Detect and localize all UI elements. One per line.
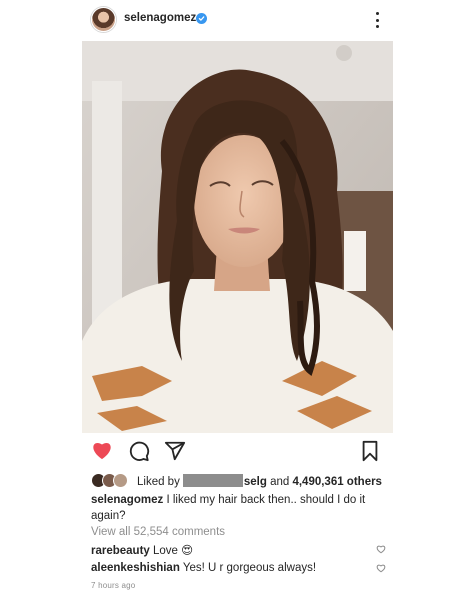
avatar[interactable]: [91, 7, 116, 32]
likes-count[interactable]: 4,490,361 others: [292, 476, 382, 488]
liker-avatars: [91, 473, 131, 489]
comment-username[interactable]: rarebeauty: [91, 545, 150, 557]
post-actions: [82, 440, 393, 464]
comment-text: Love: [153, 545, 178, 557]
caption-username[interactable]: selenagomez: [91, 494, 163, 506]
verified-badge-icon: [196, 13, 207, 24]
view-all-comments-link[interactable]: View all 52,554 comments: [91, 526, 225, 538]
send-icon[interactable]: [164, 440, 186, 462]
post-photo[interactable]: [82, 41, 393, 433]
more-options-icon[interactable]: [375, 12, 379, 28]
post-header: selenagomez: [82, 6, 393, 34]
post-username[interactable]: selenagomez: [124, 12, 196, 24]
heart-filled-icon[interactable]: [91, 440, 113, 462]
liker-name[interactable]: selg: [244, 476, 267, 488]
comment-item: aleenkeshishian Yes! U r gorgeous always…: [91, 562, 386, 574]
likes-summary[interactable]: Liked by selg and 4,490,361 others: [91, 472, 391, 490]
heart-outline-icon[interactable]: [376, 544, 386, 554]
likes-prefix: Liked by: [137, 476, 180, 488]
comment-username[interactable]: aleenkeshishian: [91, 562, 180, 574]
heart-eyes-emoji: 😍: [181, 545, 194, 557]
likes-text: Liked by selg and 4,490,361 others: [137, 474, 382, 488]
likes-connector: and: [270, 476, 290, 488]
comment-text: Yes! U r gorgeous always!: [182, 562, 317, 574]
avatar: [113, 473, 128, 488]
heart-outline-icon[interactable]: [376, 563, 386, 573]
redacted-name: [182, 474, 243, 487]
post-timestamp: 7 hours ago: [91, 581, 136, 590]
comment-item: rarebeauty Love 😍: [91, 543, 386, 557]
post-caption: selenagomez I liked my hair back then.. …: [91, 492, 381, 524]
instagram-post: selenagomez Liked by selg and 4,490,361 …: [82, 0, 393, 591]
bookmark-icon[interactable]: [360, 440, 382, 462]
comment-icon[interactable]: [128, 440, 150, 462]
